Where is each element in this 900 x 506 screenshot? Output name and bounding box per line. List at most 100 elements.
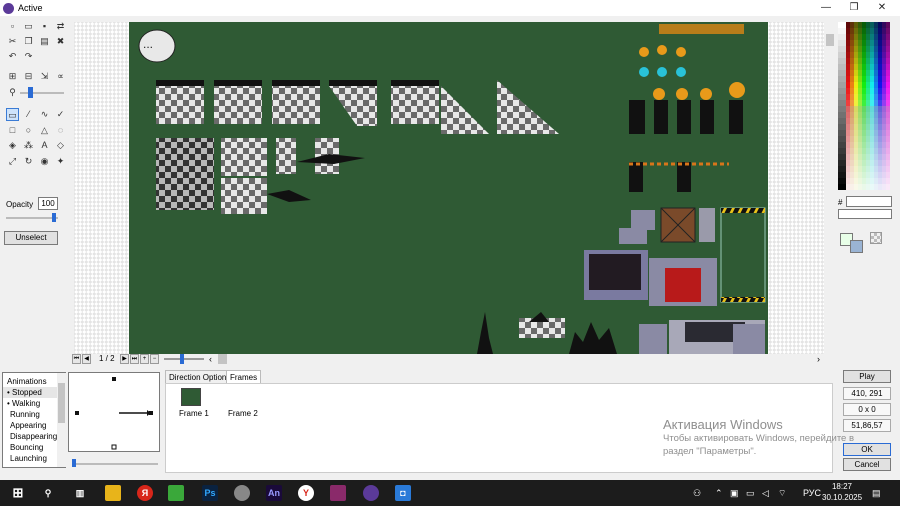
search-icon[interactable]: ⚲ xyxy=(40,485,56,501)
windows-start-icon[interactable]: ⊞ xyxy=(10,485,26,501)
color-palette[interactable] xyxy=(838,22,894,192)
horizontal-scroll-thumb[interactable] xyxy=(218,354,227,364)
opacity-input[interactable]: 100 xyxy=(38,197,58,210)
remove-frame-icon[interactable]: − xyxy=(150,354,159,364)
frame-thumbnail[interactable] xyxy=(181,388,201,406)
hex-color-input[interactable] xyxy=(846,196,892,207)
clickteam-icon[interactable] xyxy=(363,485,379,501)
rectangle-select-icon[interactable]: ▭ xyxy=(6,108,19,121)
zoom-slider-thumb[interactable] xyxy=(28,87,33,98)
scroll-left-icon[interactable]: ‹ xyxy=(209,354,212,364)
list-item[interactable]: Bouncing xyxy=(3,442,65,453)
list-item[interactable]: • Stopped xyxy=(3,387,65,398)
sprite-canvas[interactable]: ... xyxy=(129,22,768,354)
eye-icon[interactable]: ◉ xyxy=(38,155,51,168)
canvas-vertical-scrollbar[interactable] xyxy=(825,22,835,354)
last-frame-icon[interactable]: ⏭ xyxy=(130,354,139,364)
app-launcher-icon[interactable] xyxy=(168,485,184,501)
resize-icon[interactable]: ⇲ xyxy=(38,70,51,83)
volume-icon[interactable]: ◁ xyxy=(762,485,769,501)
direction-marker-up[interactable] xyxy=(112,377,116,381)
zoom-icon[interactable]: ⚲ xyxy=(6,86,19,99)
play-button[interactable]: Play xyxy=(843,370,891,383)
add-frame-icon[interactable]: + xyxy=(140,354,149,364)
archiver-icon[interactable] xyxy=(330,485,346,501)
copy-icon[interactable]: ❐ xyxy=(22,35,35,48)
background-color-swatch[interactable] xyxy=(850,240,863,253)
previous-frame-icon[interactable]: ◀ xyxy=(82,354,91,364)
pen-icon[interactable]: ✓ xyxy=(54,108,67,121)
tab-frames[interactable]: Frames xyxy=(226,370,262,384)
file-explorer-icon[interactable] xyxy=(105,485,121,501)
yandex-browser-icon[interactable]: Я xyxy=(137,485,153,501)
speed-slider-track[interactable] xyxy=(72,463,158,465)
first-frame-icon[interactable]: ⏮ xyxy=(72,354,81,364)
network-icon[interactable]: ▣ xyxy=(730,485,739,501)
cancel-button[interactable]: Cancel xyxy=(843,458,891,471)
redo-icon[interactable]: ↷ xyxy=(22,50,35,63)
polygon-icon[interactable]: △ xyxy=(38,124,51,137)
speed-slider-thumb[interactable] xyxy=(72,459,76,467)
notifications-icon[interactable]: ▤ xyxy=(872,485,881,501)
undo-icon[interactable]: ↶ xyxy=(6,50,19,63)
opacity-slider-thumb[interactable] xyxy=(52,213,56,222)
clock[interactable]: 18:27 30.10.2025 xyxy=(822,481,862,503)
brush-icon[interactable]: ∿ xyxy=(38,108,51,121)
roblox-icon[interactable]: ◘ xyxy=(395,485,411,501)
unselect-button[interactable]: Unselect xyxy=(4,231,58,245)
frame-label[interactable]: Frame 2 xyxy=(228,409,258,418)
delete-icon[interactable]: ✖ xyxy=(54,35,67,48)
animations-scrollbar[interactable] xyxy=(57,373,66,467)
transparent-color-swatch[interactable] xyxy=(870,232,882,244)
fill-icon[interactable]: ◈ xyxy=(6,139,19,152)
task-view-icon[interactable]: ▥ xyxy=(72,485,88,501)
wifi-icon[interactable]: ⌔ xyxy=(778,485,786,501)
tray-chevron-icon[interactable]: ⌃ xyxy=(715,485,723,501)
photoshop-icon[interactable]: Ps xyxy=(202,485,218,501)
list-item[interactable]: Running xyxy=(3,409,65,420)
eraser-icon[interactable]: ◇ xyxy=(54,139,67,152)
paste-icon[interactable]: ▤ xyxy=(38,35,51,48)
vertical-scroll-thumb[interactable] xyxy=(826,34,834,46)
battery-icon[interactable]: ▭ xyxy=(746,485,755,501)
rotate-icon[interactable]: ∝ xyxy=(54,70,67,83)
canvas-zoom-track[interactable] xyxy=(164,358,204,360)
ok-button[interactable]: OK xyxy=(843,443,891,456)
save-icon[interactable]: ▪ xyxy=(38,20,51,33)
zoom-slider-track[interactable] xyxy=(20,92,64,94)
list-item[interactable]: Appearing xyxy=(3,420,65,431)
new-icon[interactable]: ▫ xyxy=(6,20,19,33)
rectangle-icon[interactable]: □ xyxy=(6,124,19,137)
minimize-button[interactable]: — xyxy=(812,0,840,16)
next-frame-icon[interactable]: ▶ xyxy=(120,354,129,364)
canvas-viewport[interactable]: ... xyxy=(74,22,824,354)
list-item[interactable]: Launching xyxy=(3,453,65,464)
direction-marker-down[interactable] xyxy=(111,444,117,450)
palette-swatch[interactable] xyxy=(886,184,890,190)
people-icon[interactable]: ⚇ xyxy=(693,485,701,501)
text-icon[interactable]: A xyxy=(38,139,51,152)
scroll-right-icon[interactable]: › xyxy=(817,354,820,364)
maximize-button[interactable]: ❐ xyxy=(840,0,868,16)
close-button[interactable]: ✕ xyxy=(868,0,896,16)
open-icon[interactable]: ▭ xyxy=(22,20,35,33)
cut-icon[interactable]: ✂ xyxy=(6,35,19,48)
direction-marker-left[interactable] xyxy=(75,411,79,415)
list-item[interactable]: • Walking xyxy=(3,398,65,409)
language-indicator[interactable]: РУС xyxy=(803,485,821,501)
canvas-zoom-thumb[interactable] xyxy=(180,354,184,364)
yandex-icon[interactable]: Y xyxy=(298,485,314,501)
lasso-icon[interactable]: ◌ xyxy=(54,124,67,137)
swap-icon[interactable]: ⇄ xyxy=(54,20,67,33)
flip-vertical-icon[interactable]: ⊟ xyxy=(22,70,35,83)
tab-direction-options[interactable]: Direction Options xyxy=(165,370,235,384)
rotate-tool-icon[interactable]: ↻ xyxy=(22,155,35,168)
line-icon[interactable]: ⤢ xyxy=(6,155,19,168)
direction-selector[interactable] xyxy=(68,372,160,452)
list-item[interactable]: Disappearing xyxy=(3,431,65,442)
animations-scroll-thumb[interactable] xyxy=(58,383,65,423)
color-preview-field[interactable] xyxy=(838,209,892,219)
animations-list[interactable]: Animations • Stopped • Walking Running A… xyxy=(2,372,66,468)
spray-icon[interactable]: ⁂ xyxy=(22,139,35,152)
app-icon[interactable] xyxy=(234,485,250,501)
